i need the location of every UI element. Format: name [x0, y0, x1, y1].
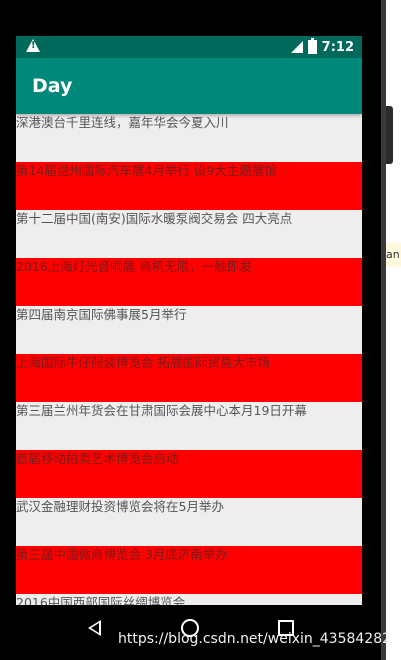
list-item-text: 第十二届中国(南安)国际水暖泵阀交易会 四大亮点	[16, 211, 293, 226]
signal-icon	[290, 41, 303, 53]
list-item[interactable]: 第三届中国微商博览会 3月底济南举办	[16, 546, 362, 594]
list-item-text: 上海国际牛仔服装博览会 拓展国际贸易大市场	[16, 355, 270, 370]
battery-icon	[307, 38, 317, 54]
list-item[interactable]: 第三届兰州年货会在甘肃国际会展中心本月19日开幕	[16, 402, 362, 450]
back-icon[interactable]	[88, 620, 101, 636]
status-time: 7:12	[321, 39, 354, 55]
list-item-text: 首届移动拍卖艺术博览会启动	[16, 451, 179, 466]
list-item-text: 2016中国西部国际丝绸博览会	[16, 595, 186, 605]
news-list[interactable]: 深港澳台千里连线，嘉年华会今夏入川第14届温州国际汽车展4月举行 设9大主题展馆…	[16, 114, 362, 605]
list-item-text: 2016上海灯光音响展 商机无限，一触即发	[16, 259, 252, 274]
list-item[interactable]: 武汉金融理财投资博览会将在5月举办	[16, 498, 362, 546]
cropped-side-text: an	[386, 243, 401, 267]
list-item[interactable]: 第14届温州国际汽车展4月举行 设9大主题展馆	[16, 162, 362, 210]
list-item-text: 武汉金融理财投资博览会将在5月举办	[16, 499, 224, 514]
watermark: https://blog.csdn.net/weixin_43584282	[118, 631, 392, 647]
list-item[interactable]: 深港澳台千里连线，嘉年华会今夏入川	[16, 114, 362, 162]
list-item-text: 第三届兰州年货会在甘肃国际会展中心本月19日开幕	[16, 403, 307, 418]
device-edge	[381, 0, 386, 660]
list-item-text: 第14届温州国际汽车展4月举行 设9大主题展馆	[16, 163, 277, 178]
list-item[interactable]: 第十二届中国(南安)国际水暖泵阀交易会 四大亮点	[16, 210, 362, 258]
list-item-text: 深港澳台千里连线，嘉年华会今夏入川	[16, 115, 229, 130]
app-bar: Day	[16, 58, 362, 114]
list-item-text: 第四届南京国际佛事展5月举行	[16, 307, 187, 322]
list-item[interactable]: 2016上海灯光音响展 商机无限，一触即发	[16, 258, 362, 306]
warning-icon	[26, 39, 40, 52]
app-title: Day	[32, 75, 73, 97]
list-item-text: 第三届中国微商博览会 3月底济南举办	[16, 547, 228, 562]
list-item[interactable]: 2016中国西部国际丝绸博览会	[16, 594, 362, 605]
app-screen: 7:12 Day 深港澳台千里连线，嘉年华会今夏入川第14届温州国际汽车展4月举…	[16, 36, 362, 605]
status-bar: 7:12	[16, 36, 362, 58]
list-item[interactable]: 第四届南京国际佛事展5月举行	[16, 306, 362, 354]
device-side-button	[386, 106, 393, 164]
list-item[interactable]: 首届移动拍卖艺术博览会启动	[16, 450, 362, 498]
list-item[interactable]: 上海国际牛仔服装博览会 拓展国际贸易大市场	[16, 354, 362, 402]
